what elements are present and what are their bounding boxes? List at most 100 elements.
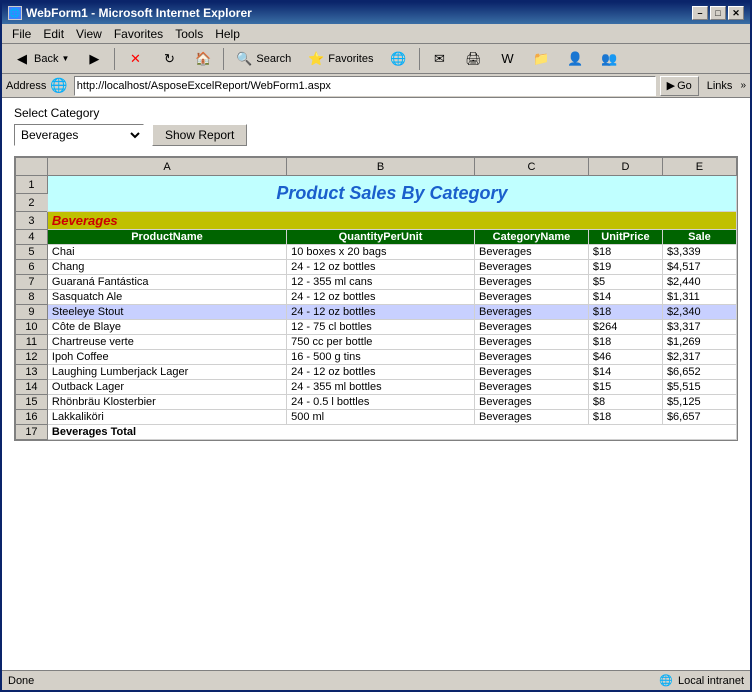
back-button[interactable]: ◀ Back ▼ (6, 47, 76, 71)
favorites-label: Favorites (328, 53, 373, 65)
refresh-icon: ↻ (160, 50, 178, 68)
expand-icon: » (740, 80, 746, 91)
home-button[interactable]: 🏠 (187, 47, 219, 71)
links-label[interactable]: Links (703, 80, 737, 92)
col-header-d: D (588, 158, 662, 176)
cell-sale: $6,657 (662, 410, 736, 425)
cell-price: $15 (588, 380, 662, 395)
forward-icon: ▶ (85, 50, 103, 68)
row-num: 14 (16, 380, 48, 395)
cell-cat: Beverages (475, 290, 589, 305)
favorites-button[interactable]: ⭐ Favorites (300, 47, 380, 71)
users-button[interactable]: 👥 (594, 47, 626, 71)
stop-button[interactable]: ✕ (119, 47, 151, 71)
cell-qty: 750 cc per bottle (287, 335, 475, 350)
maximize-button[interactable]: □ (710, 6, 726, 20)
cell-qty: 24 - 355 ml bottles (287, 380, 475, 395)
toolbar-separator-3 (419, 48, 420, 70)
address-input[interactable] (77, 80, 653, 92)
cell-price: $5 (588, 275, 662, 290)
row-num-2: 2 (16, 194, 48, 212)
row-num: 13 (16, 365, 48, 380)
refresh-button[interactable]: ↻ (153, 47, 185, 71)
cell-name: Chai (47, 245, 286, 260)
menu-view[interactable]: View (70, 25, 108, 43)
row-num: 6 (16, 260, 48, 275)
col-header-rownum (16, 158, 48, 176)
address-input-wrap (74, 76, 656, 96)
back-icon: ◀ (13, 50, 31, 68)
menu-favorites[interactable]: Favorites (108, 25, 169, 43)
cell-name: Chang (47, 260, 286, 275)
cell-cat: Beverages (475, 335, 589, 350)
controls-row: Beverages Condiments Confections Dairy P… (14, 124, 738, 146)
status-right: 🌐 Local intranet (658, 673, 744, 689)
cell-price: $46 (588, 350, 662, 365)
cell-sale: $1,311 (662, 290, 736, 305)
folder-button[interactable]: 📁 (526, 47, 558, 71)
cell-qty: 10 boxes x 20 bags (287, 245, 475, 260)
media-button[interactable]: 🌐 (383, 47, 415, 71)
cell-qty: 24 - 12 oz bottles (287, 365, 475, 380)
cell-qty: 24 - 12 oz bottles (287, 305, 475, 320)
media-icon: 🌐 (390, 50, 408, 68)
ie-window: 🌐 WebForm1 - Microsoft Internet Explorer… (0, 0, 752, 692)
row-num: 15 (16, 395, 48, 410)
close-button[interactable]: ✕ (728, 6, 744, 20)
menu-file[interactable]: File (6, 25, 37, 43)
go-button[interactable]: ▶ Go (660, 76, 699, 96)
header-productname: ProductName (47, 230, 286, 245)
mail-button[interactable]: ✉ (424, 47, 456, 71)
cell-name: Outback Lager (47, 380, 286, 395)
status-text: Done (8, 675, 34, 687)
table-row: 6 Chang 24 - 12 oz bottles Beverages $19… (16, 260, 737, 275)
user-button[interactable]: 👤 (560, 47, 592, 71)
category-select[interactable]: Beverages Condiments Confections Dairy P… (14, 124, 144, 146)
go-label: Go (677, 80, 692, 92)
ie-icon: 🌐 (8, 6, 22, 20)
cell-qty: 24 - 12 oz bottles (287, 260, 475, 275)
cell-price: $18 (588, 305, 662, 320)
cell-sale: $4,517 (662, 260, 736, 275)
title-row-1: 1 Product Sales By Category (16, 176, 737, 194)
cell-qty: 12 - 355 ml cans (287, 275, 475, 290)
word-button[interactable]: W (492, 47, 524, 71)
user-icon: 👤 (567, 50, 585, 68)
toolbar-separator-2 (223, 48, 224, 70)
row-num: 7 (16, 275, 48, 290)
search-button[interactable]: 🔍 Search (228, 47, 298, 71)
cell-name: Lakkaliköri (47, 410, 286, 425)
menu-bar: File Edit View Favorites Tools Help (2, 24, 750, 44)
total-cell: Beverages Total (47, 425, 736, 440)
favorites-icon: ⭐ (307, 50, 325, 68)
title-bar-left: 🌐 WebForm1 - Microsoft Internet Explorer (8, 6, 252, 20)
cell-cat: Beverages (475, 395, 589, 410)
col-header-e: E (662, 158, 736, 176)
cell-name: Chartreuse verte (47, 335, 286, 350)
cell-qty: 500 ml (287, 410, 475, 425)
cell-cat: Beverages (475, 350, 589, 365)
cell-cat: Beverages (475, 380, 589, 395)
print-icon: 🖨 (465, 50, 483, 68)
cell-qty: 16 - 500 g tins (287, 350, 475, 365)
menu-help[interactable]: Help (209, 25, 246, 43)
forward-button[interactable]: ▶ (78, 47, 110, 71)
row-num: 10 (16, 320, 48, 335)
page-content: Select Category Beverages Condiments Con… (2, 98, 750, 670)
cell-name: Ipoh Coffee (47, 350, 286, 365)
table-row: 7 Guaraná Fantástica 12 - 355 ml cans Be… (16, 275, 737, 290)
menu-edit[interactable]: Edit (37, 25, 70, 43)
cell-sale: $5,125 (662, 395, 736, 410)
home-icon: 🏠 (194, 50, 212, 68)
col-header-c: C (475, 158, 589, 176)
row-num-3: 3 (16, 212, 48, 230)
cell-sale: $1,269 (662, 335, 736, 350)
minimize-button[interactable]: – (692, 6, 708, 20)
cell-sale: $3,317 (662, 320, 736, 335)
row-num: 16 (16, 410, 48, 425)
show-report-button[interactable]: Show Report (152, 124, 247, 146)
menu-tools[interactable]: Tools (169, 25, 209, 43)
cell-name: Sasquatch Ale (47, 290, 286, 305)
cell-qty: 24 - 0.5 l bottles (287, 395, 475, 410)
print-button[interactable]: 🖨 (458, 47, 490, 71)
